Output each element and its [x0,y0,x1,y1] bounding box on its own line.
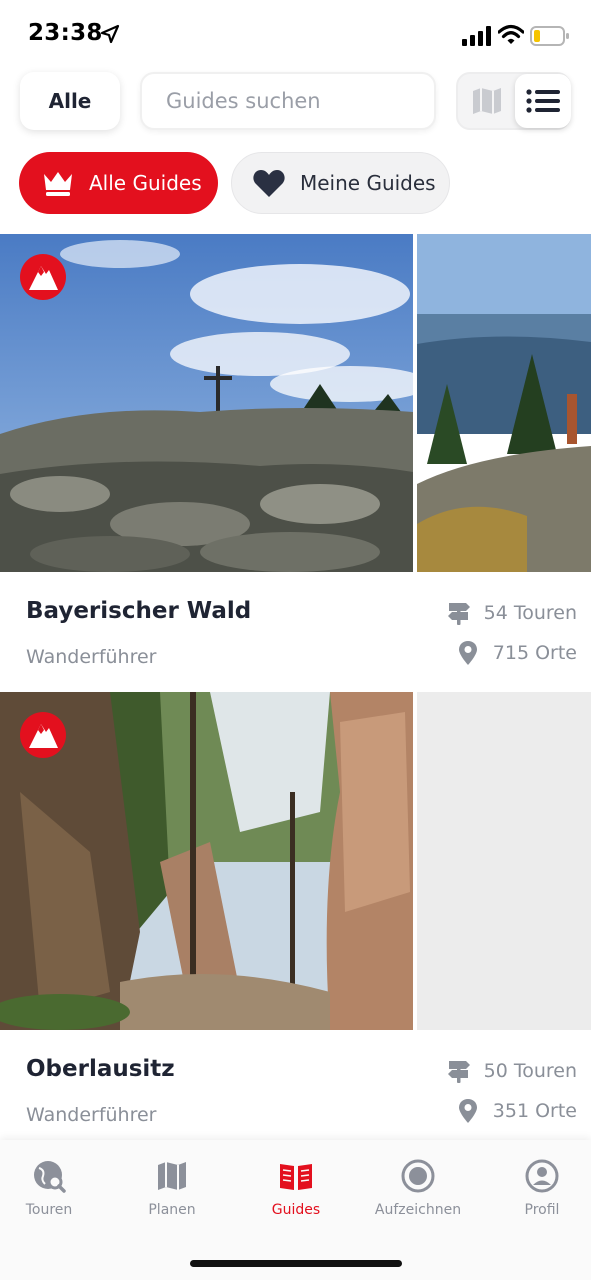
heart-icon [253,170,285,197]
guide-title: Oberlausitz [26,1056,175,1082]
guide-places-count: 351 Orte [455,1098,577,1124]
battery-icon [530,26,569,46]
search-input[interactable] [140,72,436,130]
home-indicator[interactable] [190,1260,402,1267]
chip-all-guides[interactable]: Alle Guides [19,152,218,214]
crown-icon [44,172,72,196]
location-pin-icon [458,1099,477,1123]
guide-card[interactable]: Bayerischer Wald Wanderführer 54 Touren … [0,234,591,692]
user-icon [525,1159,559,1193]
list-view-button[interactable] [515,74,571,128]
guide-tours-count: 54 Touren [446,600,577,626]
chip-my-guides-label: Meine Guides [300,171,436,195]
guide-subtitle: Wanderführer [26,1104,157,1126]
map-icon [473,88,501,114]
guide-tours-label: 50 Touren [483,1060,577,1082]
chip-all-guides-label: Alle Guides [89,171,202,195]
guide-title: Bayerischer Wald [26,598,252,624]
signpost-icon [447,1061,470,1083]
guide-places-label: 351 Orte [492,1100,577,1122]
guide-places-count: 715 Orte [455,640,577,666]
guide-side-placeholder [417,692,591,1030]
mountain-badge-icon [20,712,66,758]
tab-touren-label: Touren [25,1202,73,1218]
filter-all-button[interactable]: Alle [20,72,120,130]
mountain-badge-icon [20,254,66,300]
guide-tours-count: 50 Touren [446,1058,577,1084]
map-view-button[interactable] [460,76,514,126]
tab-guides-label: Guides [271,1202,321,1218]
globe-search-icon [34,1161,66,1193]
guide-tours-label: 54 Touren [483,602,577,624]
status-bar: 23:38 [0,0,591,66]
guide-places-label: 715 Orte [492,642,577,664]
bottom-tab-bar: Touren Planen Guides Aufzeichnen Profil [0,1140,591,1280]
signpost-icon [447,603,470,625]
guide-card[interactable]: Oberlausitz Wanderführer 50 Touren 351 O… [0,692,591,1142]
tab-aufzeichnen[interactable]: Aufzeichnen [363,1158,473,1228]
view-toggle[interactable] [456,72,571,130]
wifi-icon [498,24,524,44]
location-arrow-icon [100,24,120,44]
tab-guides[interactable]: Guides [241,1158,351,1228]
tab-touren[interactable]: Touren [0,1158,104,1228]
guide-subtitle: Wanderführer [26,646,157,668]
chip-my-guides[interactable]: Meine Guides [231,152,450,214]
tab-aufzeichnen-label: Aufzeichnen [374,1202,462,1218]
book-icon [280,1164,312,1190]
tab-planen-label: Planen [148,1202,196,1218]
tab-profil[interactable]: Profil [487,1158,591,1228]
tab-profil-label: Profil [524,1202,560,1218]
guide-side-image [417,234,591,572]
signal-icon [462,26,491,46]
list-icon [526,89,560,113]
location-pin-icon [458,641,477,665]
record-icon [401,1159,435,1193]
tab-planen[interactable]: Planen [117,1158,227,1228]
map-icon [158,1162,186,1190]
status-time: 23:38 [28,20,103,46]
